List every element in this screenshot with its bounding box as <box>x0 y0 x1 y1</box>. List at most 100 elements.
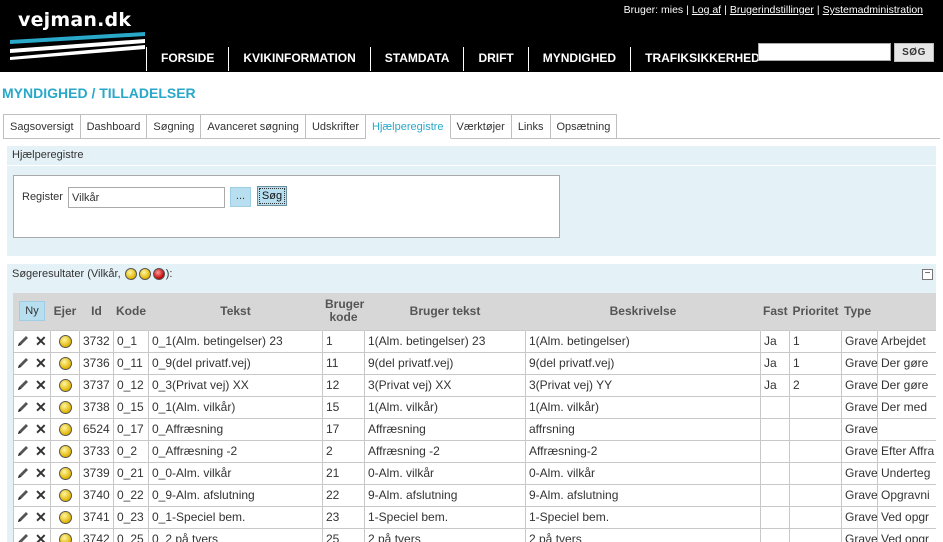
col-ejer[interactable]: Ejer <box>50 293 80 330</box>
tab-sagsoversigt[interactable]: Sagsoversigt <box>3 114 81 139</box>
tab-dashboard[interactable]: Dashboard <box>80 114 148 139</box>
table-row[interactable]: ✕ 3733 0_2 0_Affræsning -2 2 Affræsning -2 Aff… <box>13 439 936 463</box>
shared-status-icon[interactable] <box>138 268 151 280</box>
cell-beskrivelse: 9(del privatf.vej) <box>525 351 761 375</box>
new-button[interactable]: Ny <box>19 301 45 322</box>
delete-icon[interactable]: ✕ <box>35 510 47 524</box>
edit-icon[interactable] <box>16 400 30 414</box>
table-row[interactable]: ✕ 3738 0_15 0_1(Alm. vilkår) 15 1(Alm. vilkår… <box>13 395 936 419</box>
tab-links[interactable]: Links <box>511 114 551 139</box>
owner-cell <box>50 351 80 375</box>
edit-icon[interactable] <box>16 510 30 524</box>
col-prioritet[interactable]: Prioritet <box>789 293 842 330</box>
cell-tekst: 0_1(Alm. vilkår) <box>148 395 323 419</box>
tab-vaerktoejer[interactable]: Værktøjer <box>450 114 512 139</box>
table-row[interactable]: ✕ 3739 0_21 0_0-Alm. vilkår 21 0-Alm. vilkår 0… <box>13 461 936 485</box>
global-search-input[interactable] <box>758 43 891 61</box>
table-row[interactable]: ✕ 3740 0_22 0_9-Alm. afslutning 22 9-Alm. afs… <box>13 483 936 507</box>
tab-udskrifter[interactable]: Udskrifter <box>305 114 366 139</box>
cell-prioritet <box>789 505 842 529</box>
delete-icon[interactable]: ✕ <box>35 378 47 392</box>
cell-tekst: 0_9-Alm. afslutning <box>148 483 323 507</box>
cell-type: Grave <box>841 417 878 441</box>
cell-extra: Arbejdet <box>877 329 936 353</box>
row-actions: ✕ <box>13 329 51 353</box>
inactive-status-icon[interactable] <box>152 268 165 280</box>
col-kode[interactable]: Kode <box>113 293 149 330</box>
cell-beskrivelse: affrsning <box>525 417 761 441</box>
logo[interactable]: vejman.dk <box>18 9 131 31</box>
tab-soegning[interactable]: Søgning <box>147 114 202 139</box>
col-id[interactable]: Id <box>79 293 114 330</box>
results-title-prefix: Søgeresultater (Vilkår, <box>12 268 121 280</box>
edit-icon[interactable] <box>16 532 30 542</box>
owner-status-icon[interactable] <box>124 268 137 280</box>
cell-kode: 0_22 <box>113 483 149 507</box>
delete-icon[interactable]: ✕ <box>35 400 47 414</box>
nav-myndighed[interactable]: MYNDIGHED <box>527 47 630 71</box>
col-fast[interactable]: Fast <box>760 293 790 330</box>
user-bar: Bruger: mies | Log af | Brugerindstillinger |… <box>623 4 923 16</box>
cell-bruger-kode: 15 <box>322 395 365 419</box>
global-search-button[interactable]: SØG <box>894 43 934 62</box>
cell-id: 3738 <box>79 395 114 419</box>
table-row[interactable]: ✕ 3736 0_11 0_9(del privatf.vej) 11 9(del pri… <box>13 351 936 375</box>
edit-icon[interactable] <box>16 378 30 392</box>
register-lookup-button[interactable]: ... <box>230 187 251 207</box>
cell-id: 6524 <box>79 417 114 441</box>
owner-cell <box>50 527 80 542</box>
delete-icon[interactable]: ✕ <box>35 532 47 542</box>
table-row[interactable]: ✕ 3732 0_1 0_1(Alm. betingelser) 23 1 1(Alm. … <box>13 329 936 353</box>
col-beskrivelse[interactable]: Beskrivelse <box>525 293 761 330</box>
cell-id: 3739 <box>79 461 114 485</box>
table-row[interactable]: ✕ 6524 0_17 0_Affræsning 17 Affræsning affrsni… <box>13 417 936 441</box>
col-bruger-kode[interactable]: Bruger kode <box>322 293 365 330</box>
nav-drift[interactable]: DRIFT <box>463 47 527 71</box>
table-row[interactable]: ✕ 3741 0_23 0_1-Speciel bem. 23 1-Speciel bem… <box>13 505 936 529</box>
edit-icon[interactable] <box>16 466 30 480</box>
cell-bruger-kode: 2 <box>322 439 365 463</box>
cell-kode: 0_23 <box>113 505 149 529</box>
collapse-icon[interactable]: − <box>922 269 933 280</box>
delete-icon[interactable]: ✕ <box>35 422 47 436</box>
cell-tekst: 0_Affræsning <box>148 417 323 441</box>
nav-kvikinformation[interactable]: KVIKINFORMATION <box>228 47 369 71</box>
delete-icon[interactable]: ✕ <box>35 488 47 502</box>
nav-stamdata[interactable]: STAMDATA <box>369 47 464 71</box>
owner-cell <box>50 461 80 485</box>
table-row[interactable]: ✕ 3737 0_12 0_3(Privat vej) XX 12 3(Privat ve… <box>13 373 936 397</box>
main-nav: FORSIDE KVIKINFORMATION STAMDATA DRIFT M… <box>146 47 774 71</box>
delete-icon[interactable]: ✕ <box>35 444 47 458</box>
owner-cell <box>50 373 80 397</box>
cell-prioritet <box>789 483 842 507</box>
edit-icon[interactable] <box>16 356 30 370</box>
cell-bruger-tekst: 9-Alm. afslutning <box>364 483 526 507</box>
col-bruger-tekst[interactable]: Bruger tekst <box>364 293 526 330</box>
system-admin-link[interactable]: Systemadministration <box>823 4 923 16</box>
user-settings-link[interactable]: Brugerindstillinger <box>730 4 814 16</box>
register-input[interactable] <box>68 187 225 208</box>
table-row[interactable]: ✕ 3742 0_25 0_2 på tvers 25 2 på tvers 2 på tv… <box>13 527 936 542</box>
page-title: MYNDIGHED / TILLADELSER <box>2 85 196 101</box>
delete-icon[interactable]: ✕ <box>35 334 47 348</box>
nav-trafiksikkerhed[interactable]: TRAFIKSIKKERHED <box>630 47 774 71</box>
nav-forside[interactable]: FORSIDE <box>146 47 228 71</box>
tab-avanceret-soegning[interactable]: Avanceret søgning <box>201 114 306 139</box>
edit-icon[interactable] <box>16 334 30 348</box>
col-tekst[interactable]: Tekst <box>148 293 323 330</box>
row-actions: ✕ <box>13 505 51 529</box>
edit-icon[interactable] <box>16 444 30 458</box>
tab-hjaelperegistre[interactable]: Hjælperegistre <box>366 114 451 139</box>
cell-bruger-tekst: Affræsning -2 <box>364 439 526 463</box>
delete-icon[interactable]: ✕ <box>35 356 47 370</box>
row-actions: ✕ <box>13 373 51 397</box>
delete-icon[interactable]: ✕ <box>35 466 47 480</box>
results-title: Søgeresultater (Vilkår, ): <box>12 268 172 280</box>
col-type[interactable]: Type <box>841 293 878 330</box>
tab-opsaetning[interactable]: Opsætning <box>550 114 618 139</box>
cell-extra <box>877 417 936 441</box>
search-button[interactable]: Søg <box>257 186 287 206</box>
logout-link[interactable]: Log af <box>692 4 721 16</box>
edit-icon[interactable] <box>16 422 30 436</box>
edit-icon[interactable] <box>16 488 30 502</box>
